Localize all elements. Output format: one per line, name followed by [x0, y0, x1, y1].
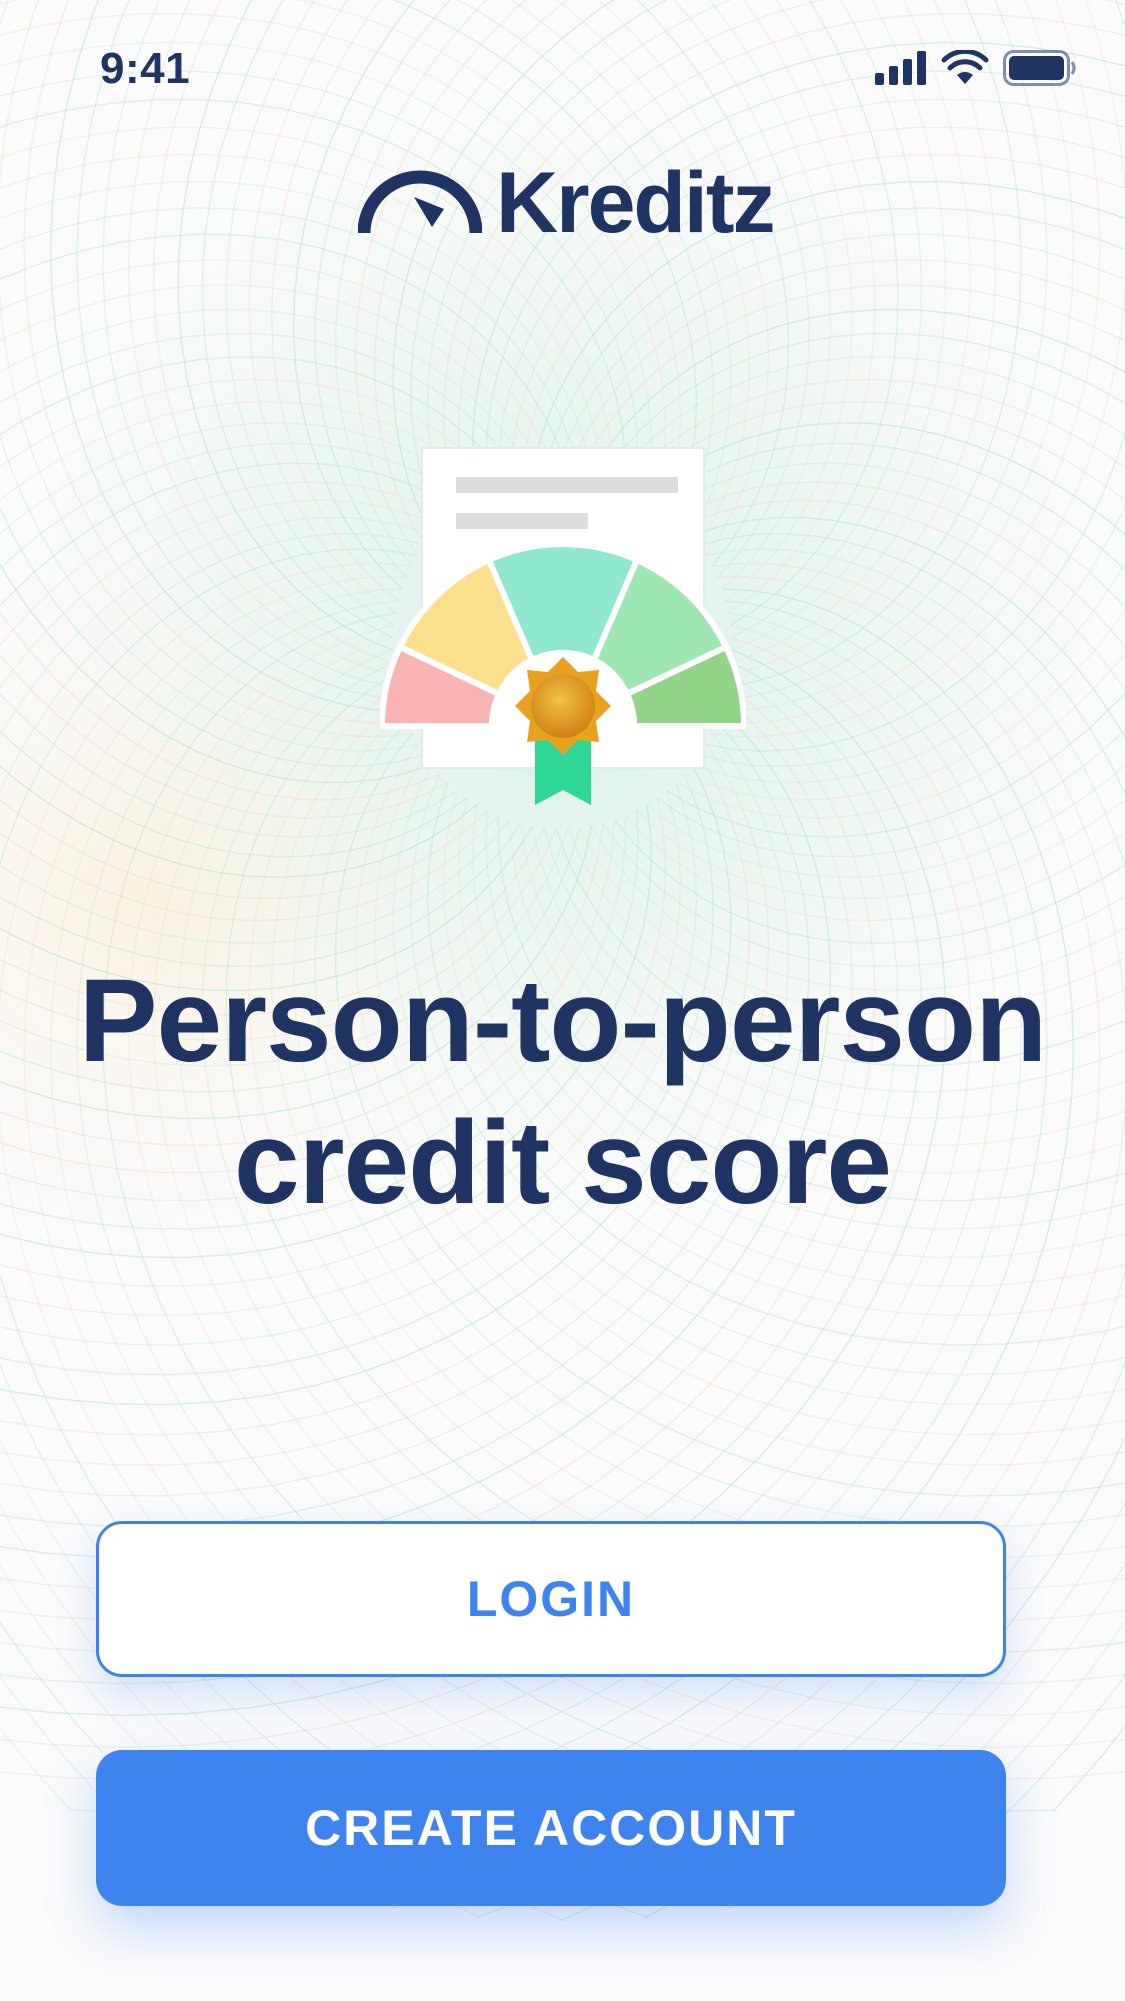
- signal-icon: [875, 51, 926, 85]
- create-account-button[interactable]: CREATE ACCOUNT: [96, 1750, 1006, 1906]
- page-title: Person-to-person credit score: [0, 950, 1125, 1234]
- credit-certificate-illustration: [380, 447, 746, 805]
- gauge-icon: [358, 170, 482, 234]
- headline-line-1: Person-to-person: [78, 955, 1047, 1087]
- brand-logo: Kreditz: [358, 155, 775, 251]
- status-time: 9:41: [100, 44, 191, 93]
- wifi-icon: [941, 50, 989, 84]
- headline-line-2: credit score: [234, 1097, 892, 1229]
- battery-icon: [1003, 50, 1076, 86]
- medal-center: [531, 674, 595, 738]
- certificate-line: [456, 513, 588, 529]
- login-button[interactable]: LOGIN: [96, 1521, 1006, 1677]
- brand-name: Kreditz: [496, 155, 775, 251]
- certificate-line: [456, 477, 678, 493]
- status-bar: 9:41: [0, 0, 1125, 140]
- status-icons: [875, 50, 1077, 86]
